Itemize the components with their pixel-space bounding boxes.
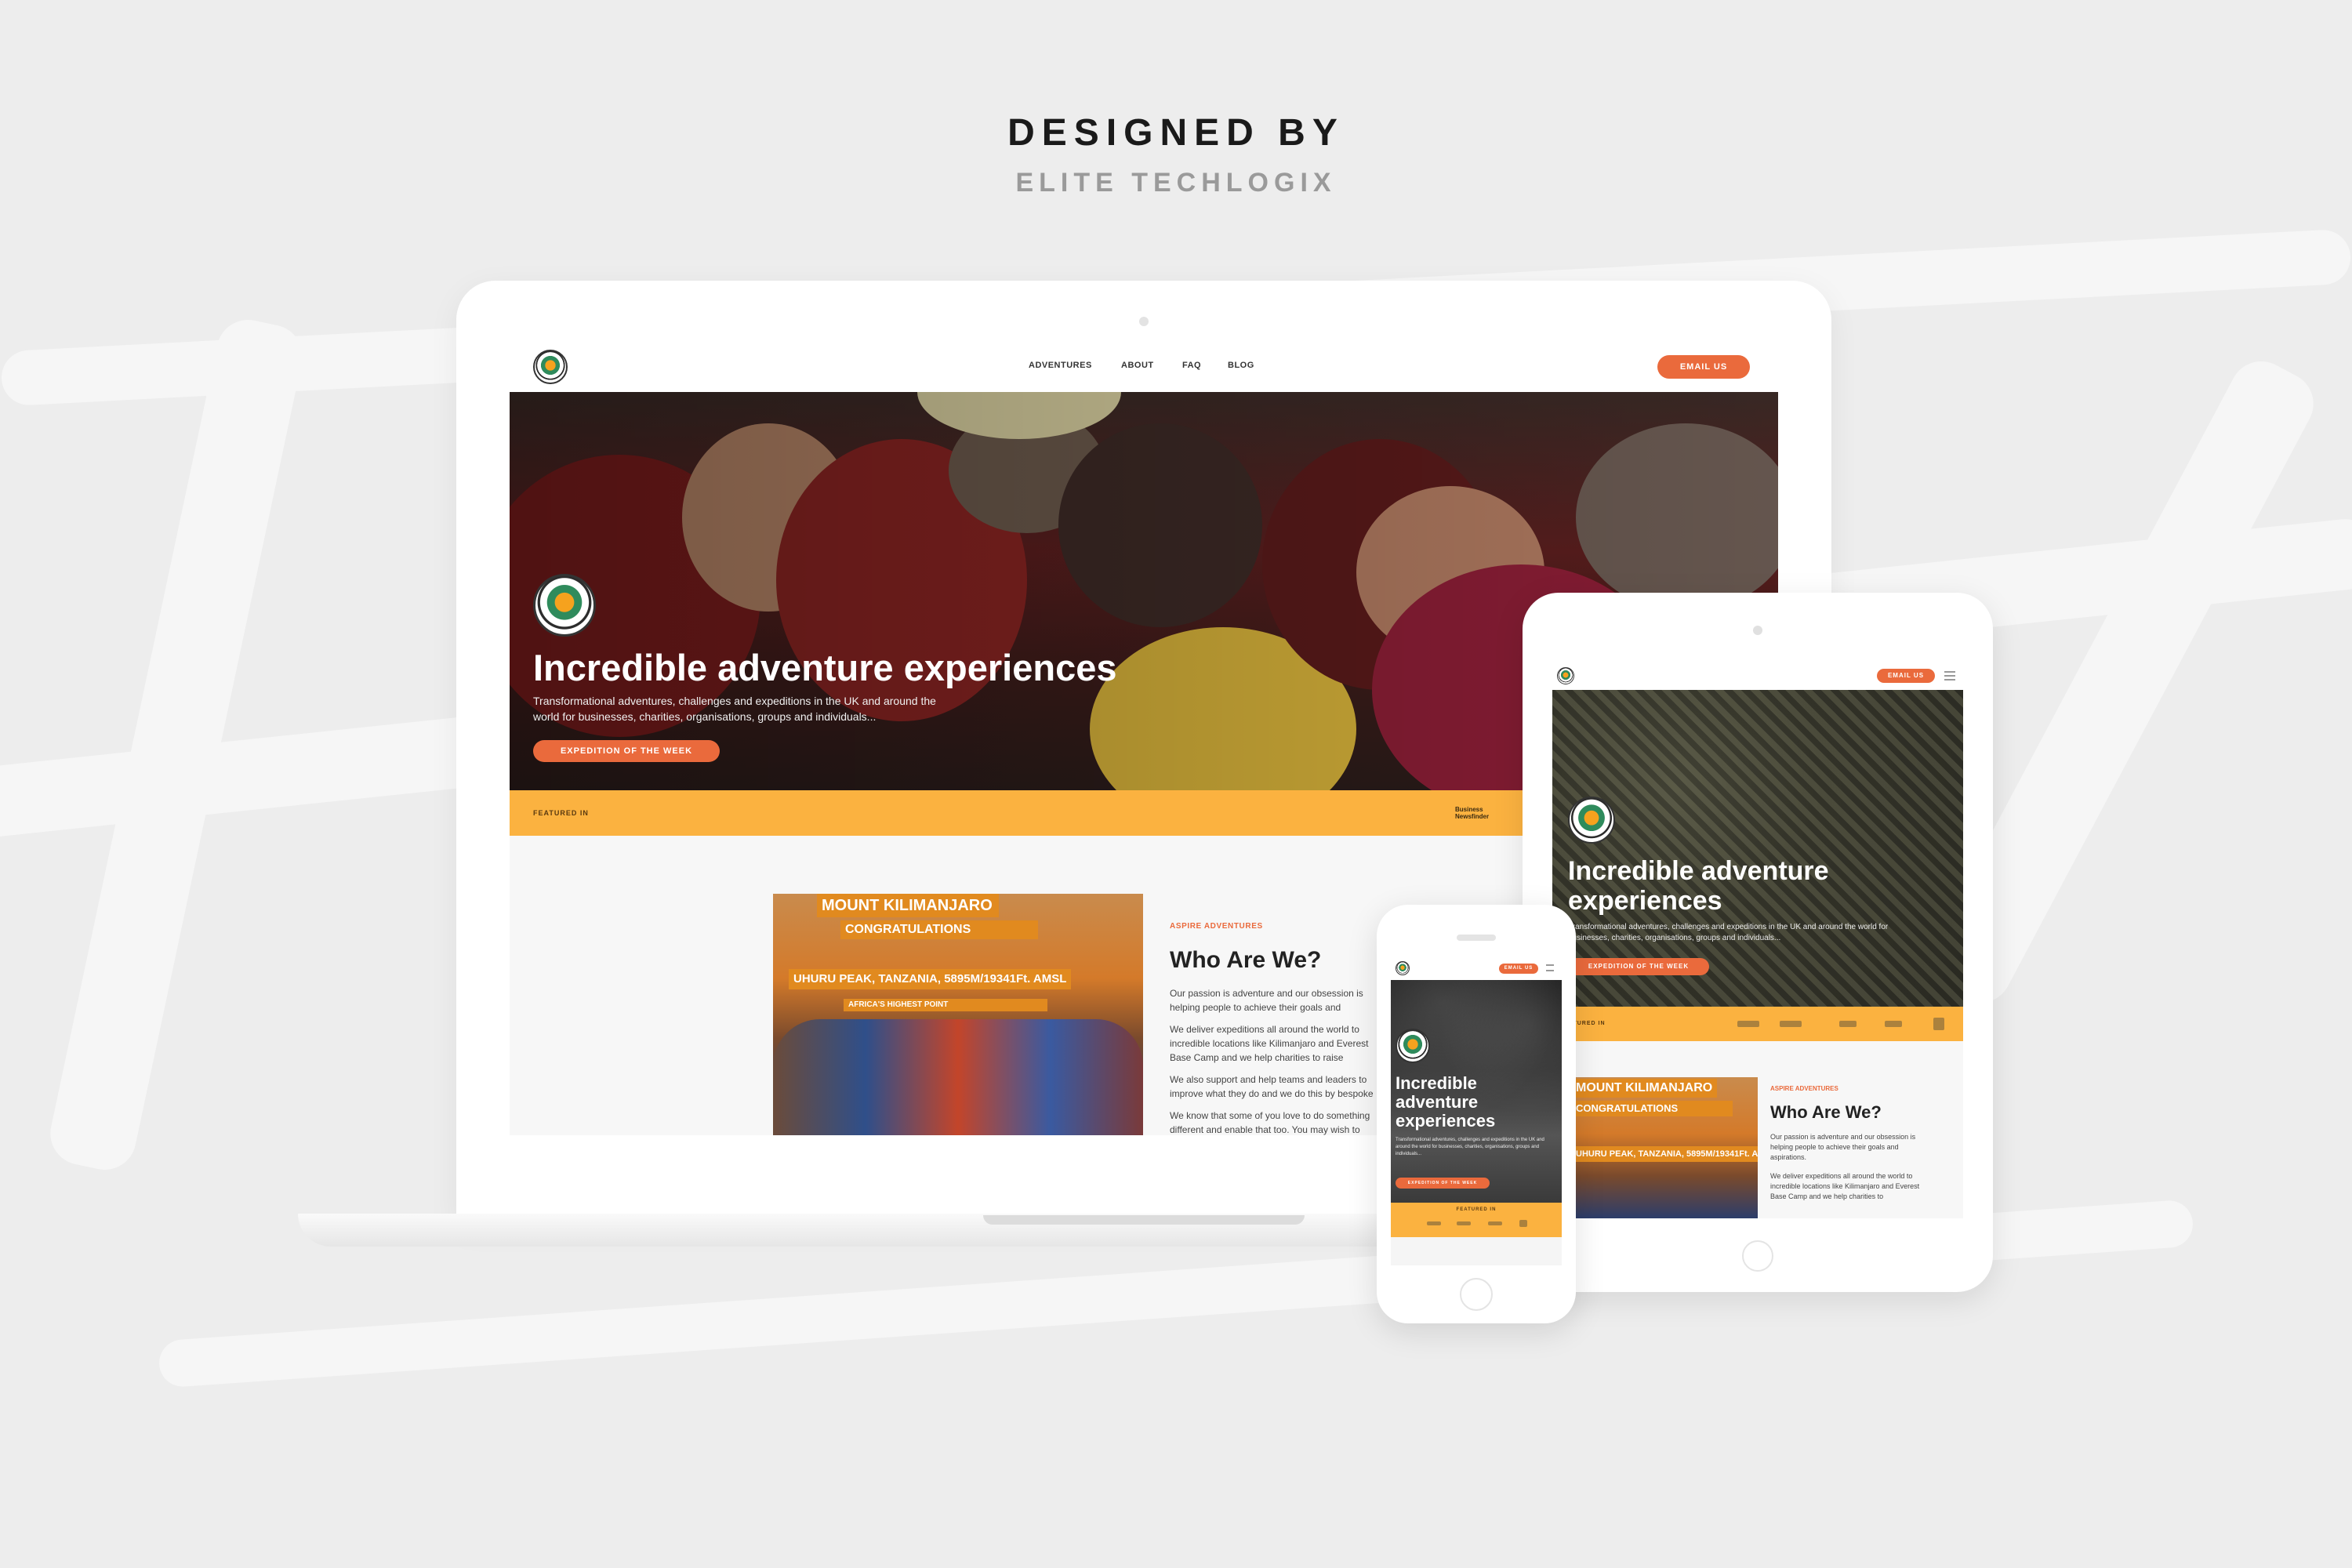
- photo-sign: CONGRATULATIONS: [840, 920, 1038, 939]
- tablet-about-paragraph: We deliver expeditions all around the wo…: [1770, 1172, 1920, 1200]
- tablet-expedition-button[interactable]: EXPEDITION OF THE WEEK: [1568, 958, 1709, 975]
- photo-people: [773, 1019, 1143, 1135]
- about-paragraph: We deliver expeditions all around the wo…: [1170, 1024, 1369, 1063]
- agency-name: ELITE TECHLOGIX: [1015, 168, 1337, 198]
- tablet-camera: [1753, 626, 1762, 635]
- tablet-menu-icon[interactable]: [1944, 671, 1955, 681]
- tablet-email-us-button[interactable]: EMAIL US: [1877, 669, 1935, 683]
- hero-badge-logo: [533, 574, 596, 637]
- expedition-of-week-button[interactable]: EXPEDITION OF THE WEEK: [533, 740, 720, 762]
- about-paragraph: We also support and help teams and leade…: [1170, 1074, 1374, 1099]
- phone-screen: EMAIL US Incredible adventure experience…: [1391, 956, 1562, 1265]
- phone-speaker: [1457, 935, 1496, 941]
- featured-logo: Business Newsfinder: [1455, 806, 1490, 820]
- tablet-photo-sign: UHURU PEAK, TANZANIA, 5895M/19341Ft. AMS…: [1576, 1146, 1758, 1162]
- phone-featured-logo: [1457, 1221, 1471, 1225]
- phone-featured-logo: [1519, 1220, 1527, 1227]
- tablet-hero-title: Incredible adventure experiences: [1568, 856, 1829, 916]
- tablet-nav: EMAIL US: [1552, 662, 1963, 690]
- tablet-hero-subtitle: Transformational adventures, challenges …: [1568, 923, 1889, 942]
- tablet-about-paragraph: Our passion is adventure and our obsessi…: [1770, 1133, 1916, 1161]
- photo-sign: UHURU PEAK, TANZANIA, 5895M/19341Ft. AMS…: [789, 969, 1071, 989]
- phone-hero-badge-logo: [1396, 1029, 1430, 1063]
- tablet-kilimanjaro-photo: MOUNT KILIMANJARO CONGRATULATIONS UHURU …: [1576, 1077, 1758, 1218]
- phone-featured-logo: [1427, 1221, 1441, 1225]
- tablet-home-button: [1742, 1240, 1773, 1272]
- phone-site-logo[interactable]: [1396, 961, 1410, 975]
- tablet-featured-logo: [1780, 1021, 1802, 1027]
- featured-in-label: FEATURED IN: [533, 809, 589, 817]
- showcase-stage: DESIGNED BY ELITE TECHLOGIX ADVENTURES A…: [0, 0, 2352, 1568]
- laptop-camera: [1139, 317, 1149, 326]
- tablet-hero-badge-logo: [1568, 797, 1615, 844]
- tablet-photo-sign: MOUNT KILIMANJARO: [1576, 1079, 1717, 1098]
- phone-hero: Incredible adventure experiences Transfo…: [1391, 980, 1562, 1203]
- tablet-screen: EMAIL US Incredible adventure experience…: [1552, 662, 1963, 1218]
- site-logo[interactable]: [533, 350, 568, 384]
- tablet-site-logo[interactable]: [1557, 667, 1574, 684]
- phone-featured-label: FEATURED IN: [1456, 1207, 1497, 1212]
- tablet-photo-sign: CONGRATULATIONS: [1576, 1101, 1733, 1116]
- phone-frame: EMAIL US Incredible adventure experience…: [1377, 905, 1576, 1323]
- tablet-featured-bar: FEATURED IN: [1552, 1007, 1963, 1041]
- tablet-featured-logo: [1839, 1021, 1857, 1027]
- phone-nav: EMAIL US: [1391, 956, 1562, 980]
- phone-featured-logo: [1488, 1221, 1502, 1225]
- tablet-about-title: Who Are We?: [1770, 1102, 1882, 1122]
- nav-faq[interactable]: FAQ: [1182, 361, 1201, 370]
- phone-hero-subtitle: Transformational adventures, challenges …: [1396, 1138, 1544, 1156]
- phone-home-button: [1460, 1278, 1493, 1311]
- tablet-hero: Incredible adventure experiences Transfo…: [1552, 690, 1963, 1007]
- hero-subtitle: Transformational adventures, challenges …: [533, 695, 936, 723]
- photo-sign: AFRICA'S HIGHEST POINT: [844, 999, 1047, 1011]
- hero-title: Incredible adventure experiences: [533, 647, 1117, 688]
- about-paragraph: Our passion is adventure and our obsessi…: [1170, 988, 1363, 1013]
- nav-adventures[interactable]: ADVENTURES: [1029, 361, 1092, 370]
- phone-hero-title: Incredible adventure experiences: [1396, 1073, 1496, 1131]
- phone-featured-bar: FEATURED IN: [1391, 1203, 1562, 1237]
- tablet-featured-logo: [1885, 1021, 1902, 1027]
- designed-by-heading: DESIGNED BY: [1007, 112, 1345, 154]
- phone-expedition-button[interactable]: EXPEDITION OF THE WEEK: [1396, 1178, 1490, 1189]
- about-title: Who Are We?: [1170, 947, 1322, 973]
- nav-blog[interactable]: BLOG: [1228, 361, 1254, 370]
- nav-about[interactable]: ABOUT: [1121, 361, 1154, 370]
- photo-sign: MOUNT KILIMANJARO: [817, 894, 999, 917]
- phone-menu-icon[interactable]: [1546, 964, 1554, 971]
- tablet-featured-logo: [1933, 1018, 1944, 1030]
- about-kicker: ASPIRE ADVENTURES: [1170, 922, 1263, 931]
- tablet-about-kicker: ASPIRE ADVENTURES: [1770, 1085, 1838, 1092]
- site-nav: ADVENTURES ABOUT FAQ BLOG EMAIL US: [510, 342, 1778, 392]
- about-paragraph: We know that some of you love to do some…: [1170, 1110, 1370, 1135]
- phone-email-us-button[interactable]: EMAIL US: [1499, 964, 1538, 974]
- tablet-featured-logo: [1737, 1021, 1759, 1027]
- kilimanjaro-photo: MOUNT KILIMANJARO CONGRATULATIONS UHURU …: [773, 894, 1143, 1135]
- email-us-button[interactable]: EMAIL US: [1657, 355, 1750, 379]
- tablet-frame: EMAIL US Incredible adventure experience…: [1523, 593, 1993, 1292]
- laptop-notch: [983, 1215, 1305, 1225]
